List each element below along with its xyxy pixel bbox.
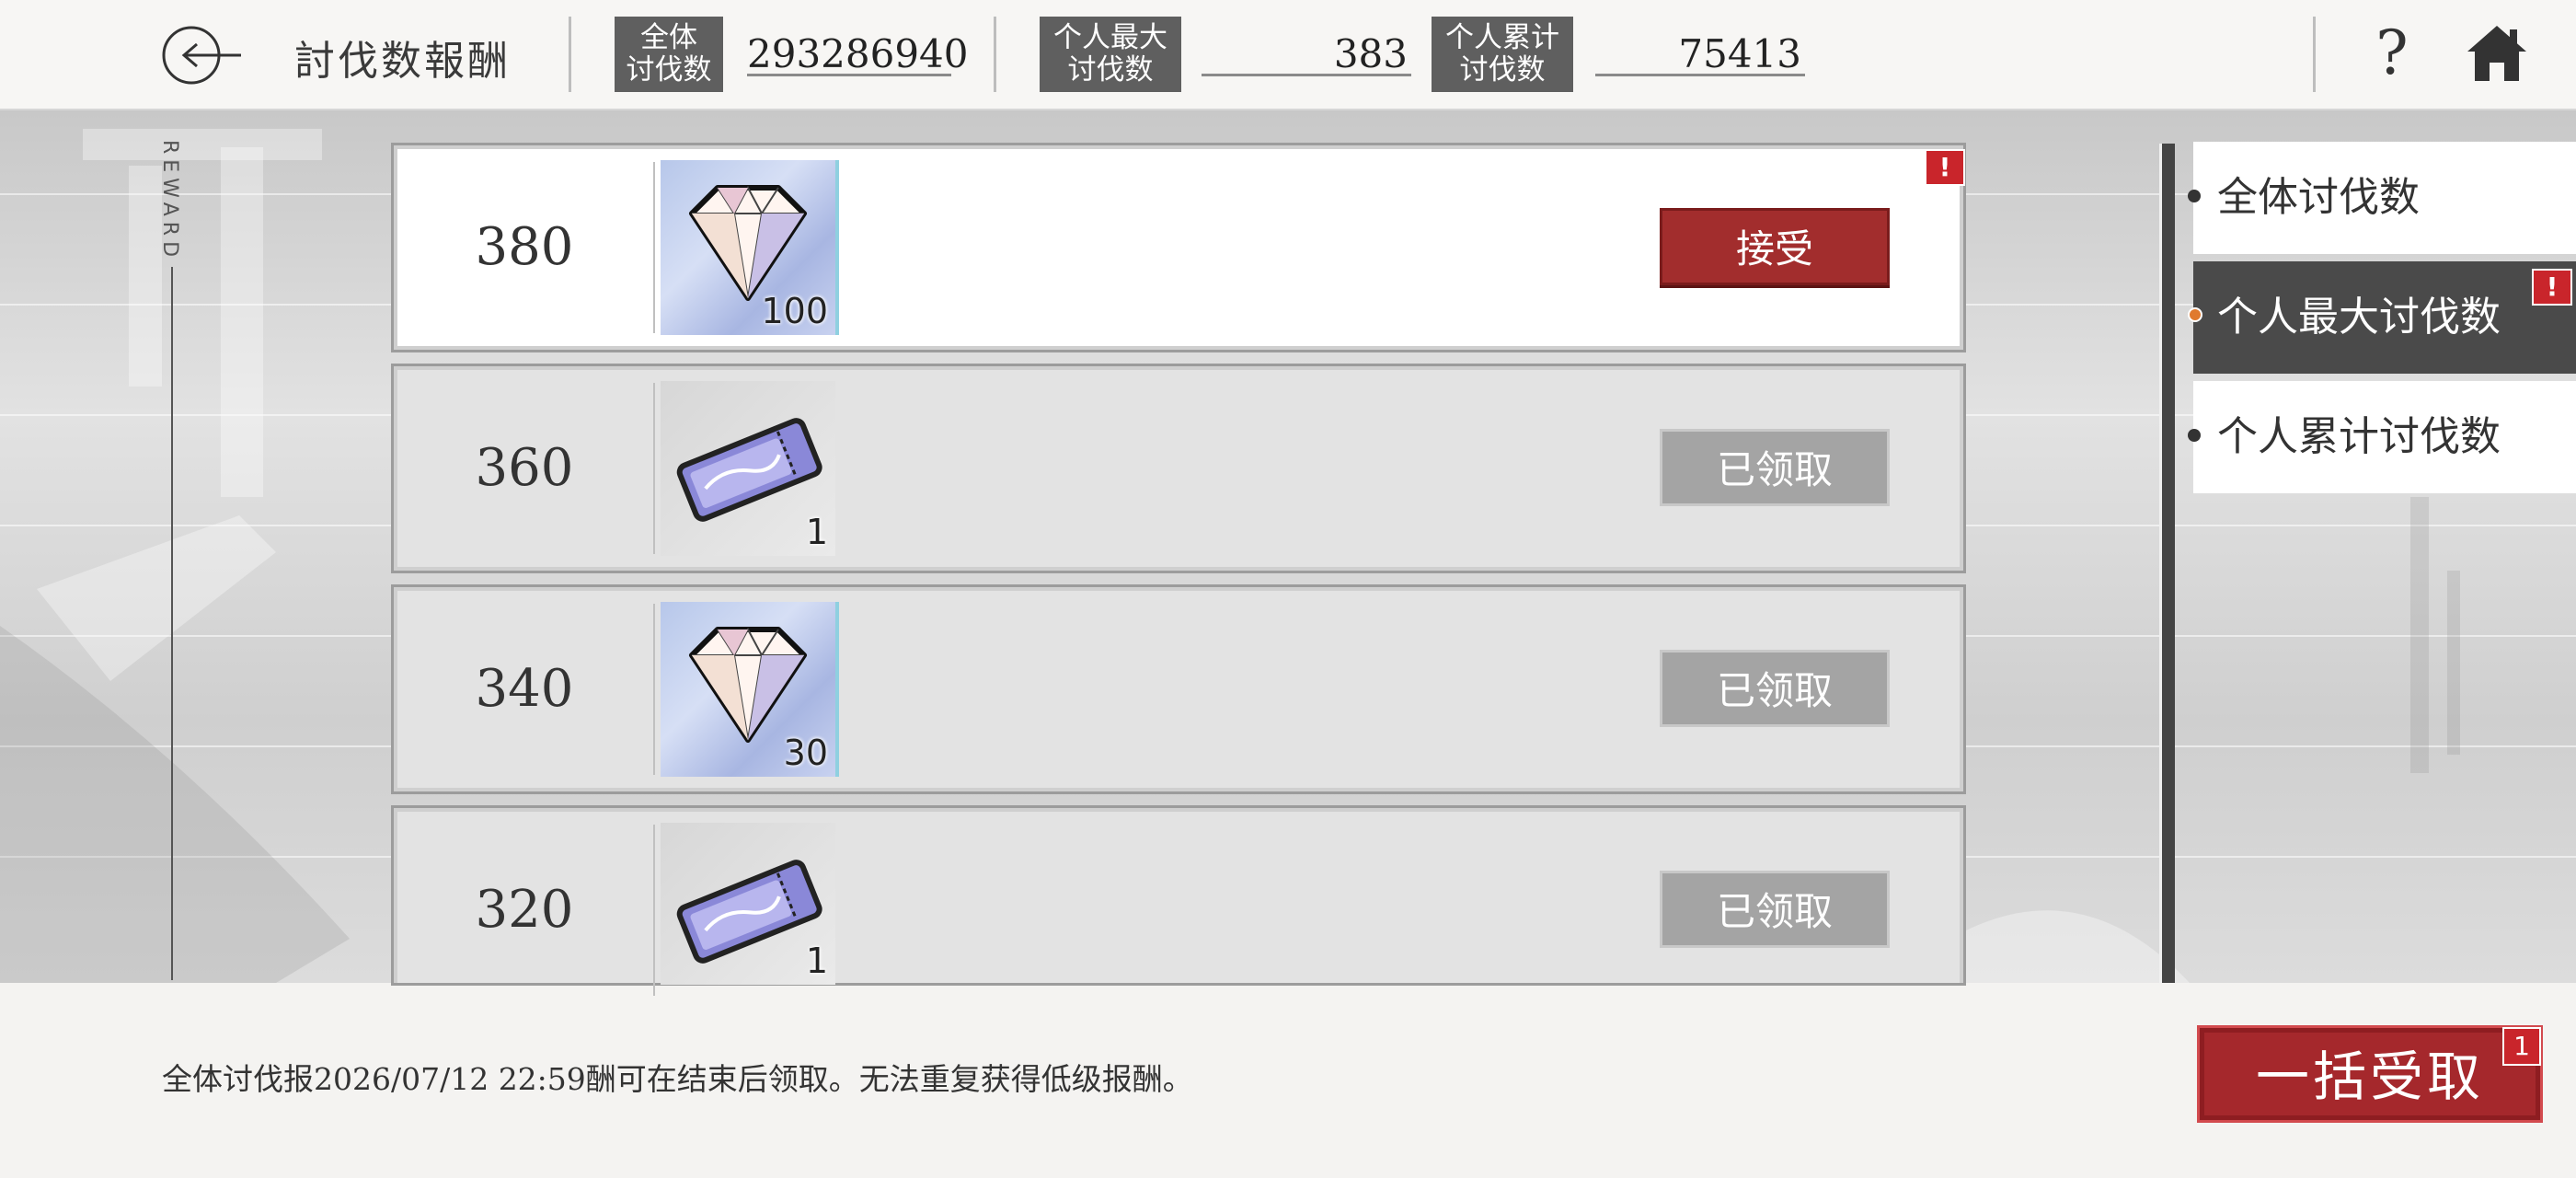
reward-threshold: 360 [475,438,574,498]
stat-value-personal-max: 383 [1202,28,1411,76]
claimed-button[interactable]: 已领取 [1660,429,1890,506]
back-button[interactable] [160,24,243,87]
top-bar: 討伐数報酬 全体 讨伐数 293286940 个人最大 讨伐数 383 个人累计 讨伐… [0,0,2576,110]
tab-personal-total-subjugation[interactable]: 个人累计讨伐数 [2193,381,2576,493]
reward-threshold: 320 [475,880,574,940]
reward-side-label: REWARD [158,140,181,263]
reward-item[interactable]: 1 [661,381,835,556]
help-button[interactable]: ? [2369,18,2415,88]
tab-indicator-dot [2188,429,2201,442]
stat-label-total: 全体 讨伐数 [615,17,723,92]
stat-label-personal-total: 个人累计 讨伐数 [1432,17,1573,92]
claim-all-label: 一括受取 [2255,1045,2484,1108]
footer-notice: 全体讨伐报2026/07/12 22:59酬可在结束后领取。无法重复获得低级报酬… [162,1061,1193,1097]
tab-alert-badge: ! [2532,269,2572,306]
reward-item[interactable]: 100 [661,160,839,335]
tab-rail [2159,144,2175,983]
reward-row: 340 30 已领取 [391,584,1966,794]
reward-item[interactable]: 1 [661,823,835,985]
tab-indicator-dot-selected [2188,307,2202,322]
item-quantity: 1 [805,941,828,981]
claimed-button[interactable]: 已领取 [1660,871,1890,948]
item-quantity: 1 [805,512,828,552]
stat-label-personal-max: 个人最大 讨伐数 [1040,17,1181,92]
divider [569,17,571,92]
reward-threshold: 340 [475,659,574,719]
reward-row: 380 100 接受 ! [391,143,1966,352]
tab-label: 个人最大讨伐数 [2217,294,2501,341]
reward-row: 360 1 已领取 [391,364,1966,573]
tab-personal-max-subjugation[interactable]: 个人最大讨伐数 [2193,261,2576,374]
home-button[interactable] [2464,22,2530,85]
tab-indicator-dot [2188,190,2201,202]
footer-bar: 全体讨伐报2026/07/12 22:59酬可在结束后领取。无法重复获得低级报酬… [0,1016,2576,1178]
home-icon [2467,26,2526,81]
tab-label: 个人累计讨伐数 [2217,413,2501,460]
reward-threshold: 380 [475,217,574,277]
divider [994,17,996,92]
item-quantity: 100 [761,291,828,331]
stat-value-total: 293286940 [747,28,969,76]
page-title: 討伐数報酬 [294,38,511,85]
side-rule [171,267,173,980]
claimed-button[interactable]: 已领取 [1660,650,1890,727]
back-arrow-icon [162,26,241,85]
divider [2313,17,2316,92]
claim-all-button[interactable]: 一括受取 [2197,1025,2543,1123]
tab-label: 全体讨伐数 [2217,174,2420,221]
reward-item[interactable]: 30 [661,602,839,777]
reward-row: 320 1 已领取 [394,808,1963,996]
claim-all-count-badge: 1 [2502,1027,2541,1066]
stat-value-personal-total: 75413 [1595,28,1805,76]
item-quantity: 30 [783,733,828,773]
accept-button[interactable]: 接受 [1660,208,1890,285]
tab-total-subjugation[interactable]: 全体讨伐数 [2193,142,2576,254]
alert-badge: ! [1925,149,1965,186]
